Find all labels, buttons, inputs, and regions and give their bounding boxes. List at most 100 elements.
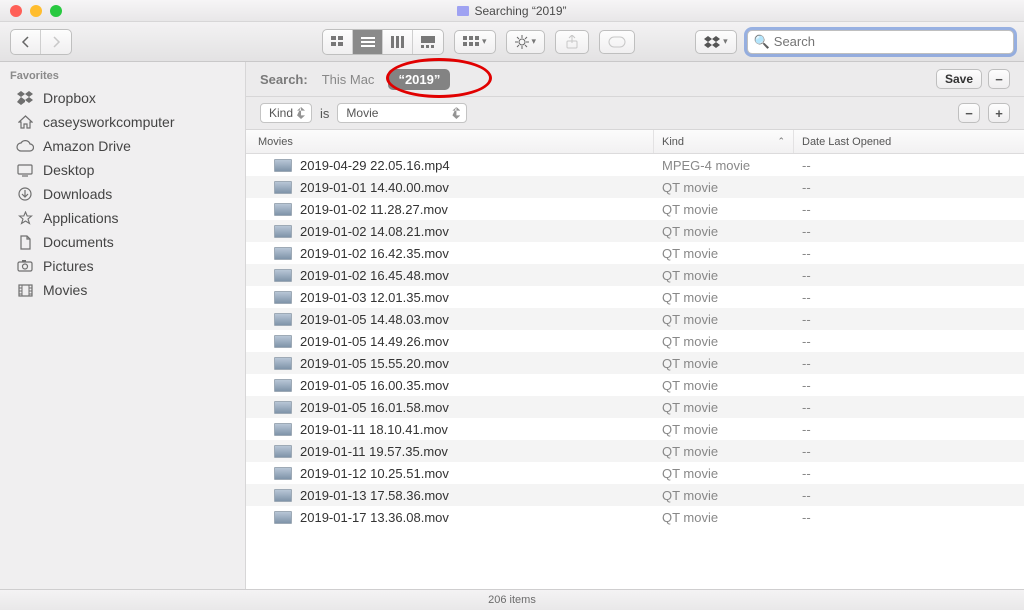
file-row[interactable]: 2019-01-13 17.58.36.movQT movie--	[246, 484, 1024, 506]
file-kind: QT movie	[654, 510, 794, 525]
file-list[interactable]: 2019-04-29 22.05.16.mp4MPEG-4 movie--201…	[246, 154, 1024, 589]
view-mode-segmented	[322, 29, 444, 55]
dropbox-toolbar-button[interactable]: ▾	[695, 30, 737, 54]
remove-criteria-button[interactable]: −	[958, 103, 980, 123]
dropbox-icon	[16, 90, 34, 106]
file-date: --	[794, 246, 1024, 261]
file-date: --	[794, 180, 1024, 195]
file-row[interactable]: 2019-01-02 16.42.35.movQT movie--	[246, 242, 1024, 264]
file-row[interactable]: 2019-01-01 14.40.00.movQT movie--	[246, 176, 1024, 198]
movie-thumb-icon	[274, 423, 292, 436]
column-movies-label: Movies	[258, 136, 293, 148]
tags-button[interactable]	[599, 30, 635, 54]
file-row[interactable]: 2019-01-05 14.49.26.movQT movie--	[246, 330, 1024, 352]
criteria-operator: is	[320, 106, 329, 121]
file-kind: QT movie	[654, 400, 794, 415]
file-date: --	[794, 224, 1024, 239]
sidebar-item-pictures[interactable]: Pictures	[0, 254, 245, 278]
save-label: Save	[945, 72, 973, 86]
file-row[interactable]: 2019-01-17 13.36.08.movQT movie--	[246, 506, 1024, 528]
file-row[interactable]: 2019-01-05 15.55.20.movQT movie--	[246, 352, 1024, 374]
group-by-button[interactable]: ▾	[454, 30, 496, 54]
save-search-button[interactable]: Save	[936, 69, 982, 89]
column-header-date[interactable]: Date Last Opened	[794, 130, 1024, 153]
add-criteria-button[interactable]: +	[988, 103, 1010, 123]
file-row[interactable]: 2019-01-05 16.01.58.movQT movie--	[246, 396, 1024, 418]
sidebar-item-documents[interactable]: Documents	[0, 230, 245, 254]
cloud-icon	[16, 138, 34, 154]
file-row[interactable]: 2019-01-12 10.25.51.movQT movie--	[246, 462, 1024, 484]
action-menu-button[interactable]: ▾	[506, 30, 546, 54]
window-controls	[10, 5, 62, 17]
column-header-movies[interactable]: Movies	[246, 130, 654, 153]
download-icon	[16, 186, 34, 202]
criteria-value-label: Movie	[346, 106, 378, 120]
close-window-button[interactable]	[10, 5, 22, 17]
nav-forward-button[interactable]	[41, 30, 71, 54]
sidebar-item-movies[interactable]: Movies	[0, 278, 245, 302]
remove-scope-button[interactable]: −	[988, 69, 1010, 89]
nav-back-button[interactable]	[11, 30, 41, 54]
share-button[interactable]	[555, 30, 589, 54]
sidebar-item-amazon-drive[interactable]: Amazon Drive	[0, 134, 245, 158]
film-icon	[16, 282, 34, 298]
sort-asc-icon: ⌃	[777, 136, 785, 147]
file-date: --	[794, 488, 1024, 503]
column-date-label: Date Last Opened	[802, 136, 891, 148]
icon-view-button[interactable]	[323, 30, 353, 54]
sidebar-item-dropbox[interactable]: Dropbox	[0, 86, 245, 110]
search-field-wrapper[interactable]: 🔍	[747, 30, 1014, 54]
chevron-down-icon: ▾	[532, 36, 537, 47]
sidebar: Favorites DropboxcaseysworkcomputerAmazo…	[0, 62, 246, 589]
file-row[interactable]: 2019-01-02 16.45.48.movQT movie--	[246, 264, 1024, 286]
file-row[interactable]: 2019-01-05 16.00.35.movQT movie--	[246, 374, 1024, 396]
search-scope-bar: Search: This Mac “2019” Save −	[246, 62, 1024, 97]
column-view-button[interactable]	[383, 30, 413, 54]
chevron-down-icon: ▾	[723, 36, 728, 47]
file-row[interactable]: 2019-01-11 18.10.41.movQT movie--	[246, 418, 1024, 440]
file-kind: QT movie	[654, 334, 794, 349]
movie-thumb-icon	[274, 489, 292, 502]
file-kind: QT movie	[654, 202, 794, 217]
column-header-kind[interactable]: Kind⌃	[654, 130, 794, 153]
search-input[interactable]	[774, 34, 1007, 49]
criteria-value-dropdown[interactable]: Movie	[337, 103, 467, 123]
movie-thumb-icon	[274, 357, 292, 370]
sidebar-item-label: Pictures	[43, 258, 94, 274]
fullscreen-window-button[interactable]	[50, 5, 62, 17]
file-row[interactable]: 2019-04-29 22.05.16.mp4MPEG-4 movie--	[246, 154, 1024, 176]
home-icon	[16, 114, 34, 130]
criteria-field-dropdown[interactable]: Kind	[260, 103, 312, 123]
sidebar-item-downloads[interactable]: Downloads	[0, 182, 245, 206]
file-kind: QT movie	[654, 290, 794, 305]
sidebar-item-desktop[interactable]: Desktop	[0, 158, 245, 182]
file-name: 2019-01-02 11.28.27.mov	[300, 202, 448, 217]
sidebar-item-applications[interactable]: Applications	[0, 206, 245, 230]
file-name: 2019-01-03 12.01.35.mov	[300, 290, 449, 305]
file-name: 2019-01-13 17.58.36.mov	[300, 488, 449, 503]
gallery-view-button[interactable]	[413, 30, 443, 54]
minimize-window-button[interactable]	[30, 5, 42, 17]
criteria-field-label: Kind	[269, 106, 293, 120]
list-view-button[interactable]	[353, 30, 383, 54]
item-count: 206 items	[488, 594, 536, 606]
scope-token-2019[interactable]: “2019”	[388, 69, 450, 90]
file-name: 2019-04-29 22.05.16.mp4	[300, 158, 450, 173]
nav-buttons	[10, 29, 72, 55]
file-kind: QT movie	[654, 246, 794, 261]
file-date: --	[794, 466, 1024, 481]
scope-this-mac[interactable]: This Mac	[322, 72, 375, 87]
desktop-icon	[16, 162, 34, 178]
sidebar-item-caseysworkcomputer[interactable]: caseysworkcomputer	[0, 110, 245, 134]
file-row[interactable]: 2019-01-11 19.57.35.movQT movie--	[246, 440, 1024, 462]
file-row[interactable]: 2019-01-02 11.28.27.movQT movie--	[246, 198, 1024, 220]
file-row[interactable]: 2019-01-05 14.48.03.movQT movie--	[246, 308, 1024, 330]
movie-thumb-icon	[274, 401, 292, 414]
movie-thumb-icon	[274, 467, 292, 480]
file-date: --	[794, 444, 1024, 459]
file-kind: QT movie	[654, 180, 794, 195]
movie-thumb-icon	[274, 313, 292, 326]
file-kind: QT movie	[654, 224, 794, 239]
file-row[interactable]: 2019-01-03 12.01.35.movQT movie--	[246, 286, 1024, 308]
file-row[interactable]: 2019-01-02 14.08.21.movQT movie--	[246, 220, 1024, 242]
